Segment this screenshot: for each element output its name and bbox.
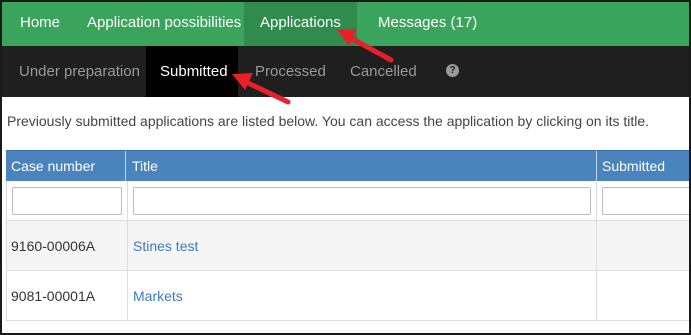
nav-application-possibilities[interactable]: Application possibilities — [71, 2, 257, 46]
column-divider — [127, 181, 128, 321]
table-row: 9160-00006A Stines test — [6, 221, 689, 271]
column-divider — [596, 181, 597, 321]
top-navbar: Home Application possibilities Applicati… — [2, 2, 689, 46]
column-header-case-number[interactable]: Case number — [6, 151, 95, 182]
intro-text: Previously submitted applications are li… — [7, 113, 650, 129]
header-divider — [125, 151, 126, 182]
title-link[interactable]: Markets — [128, 271, 183, 321]
submitted-cell — [597, 271, 602, 321]
help-icon[interactable]: ? — [446, 64, 459, 77]
window-frame: Home Application possibilities Applicati… — [0, 0, 691, 335]
case-number-filter-input[interactable] — [12, 187, 122, 215]
case-number-cell: 9081-00001A — [11, 288, 96, 304]
title-link[interactable]: Stines test — [128, 221, 198, 271]
sub-navbar: Under preparation Submitted Processed Ca… — [2, 46, 689, 97]
tab-processed[interactable]: Processed — [241, 46, 340, 97]
tab-under-preparation[interactable]: Under preparation — [5, 46, 154, 97]
table-header: Case number Title Submitted — [6, 150, 689, 182]
column-header-submitted[interactable]: Submitted — [597, 151, 665, 182]
tab-submitted[interactable]: Submitted — [146, 46, 238, 97]
tab-cancelled[interactable]: Cancelled — [336, 46, 431, 97]
filter-row — [6, 181, 689, 221]
table-row: 9081-00001A Markets — [6, 271, 689, 321]
case-number-cell: 9160-00006A — [11, 238, 96, 254]
nav-messages[interactable]: Messages (17) — [362, 2, 493, 46]
column-divider — [6, 181, 7, 321]
title-filter-input[interactable] — [133, 187, 591, 215]
column-header-title[interactable]: Title — [127, 151, 158, 182]
submitted-cell — [597, 221, 602, 271]
nav-applications[interactable]: Applications — [244, 2, 357, 46]
submitted-filter-input[interactable] — [602, 187, 689, 215]
nav-home[interactable]: Home — [4, 2, 76, 46]
